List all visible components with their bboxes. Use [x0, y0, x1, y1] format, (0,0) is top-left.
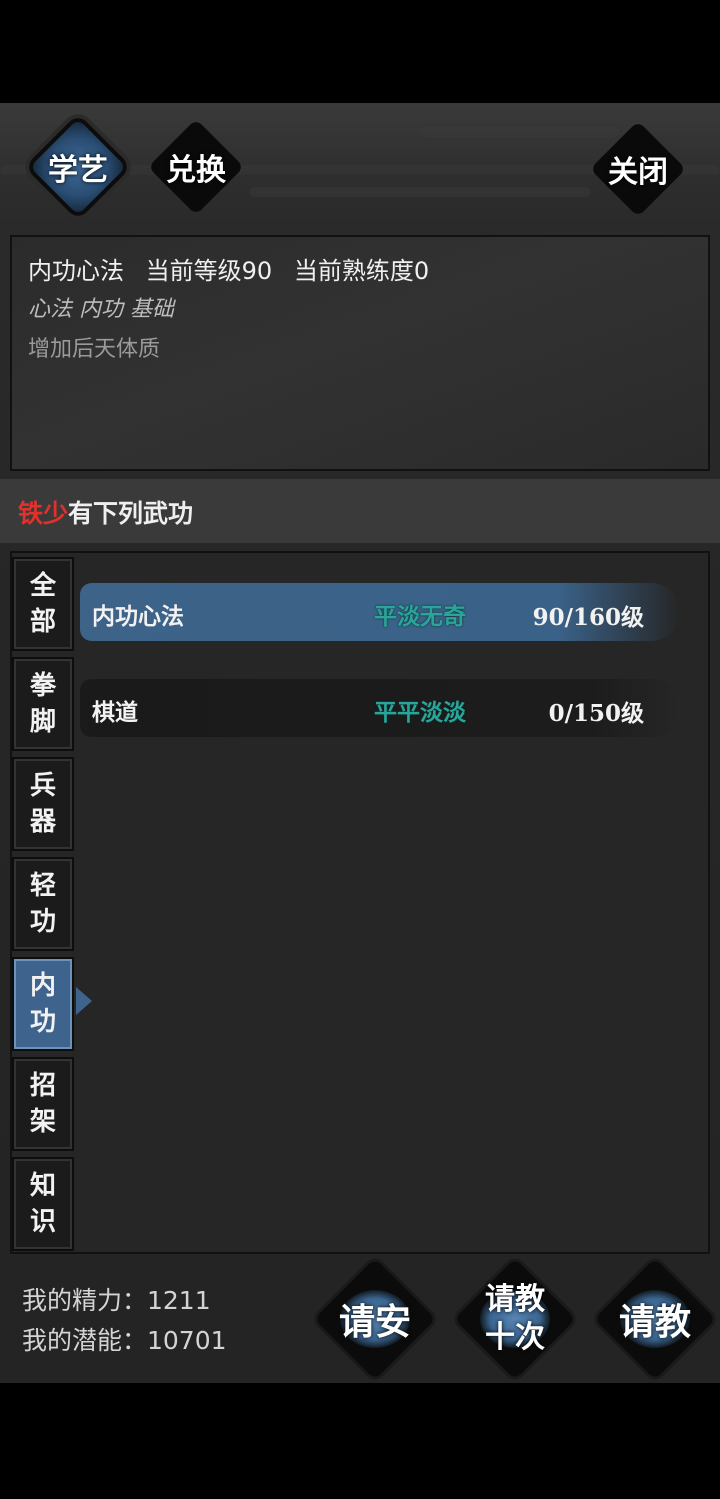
category-tab-char: 拳 [29, 671, 56, 701]
greet-button-label: 请安 [338, 1301, 411, 1343]
energy-stat: 我的精力：1211 [22, 1286, 211, 1315]
skill-info-header: 内功心法 当前等级90 当前熟练度0 [28, 251, 471, 286]
category-tab-char: 内 [29, 971, 56, 1001]
active-tab-pointer-icon [76, 987, 92, 1015]
greet-button[interactable]: 请安 [312, 1256, 438, 1382]
skill-level: 90/160级 [532, 604, 644, 631]
category-tab-parry[interactable]: 招 架 [12, 1057, 74, 1151]
skill-info-level: 当前等级90 [145, 257, 273, 285]
npc-name: 铁少 [18, 499, 69, 528]
skill-info-effect: 增加后天体质 [28, 337, 161, 362]
ask-button-label: 请教 [618, 1301, 691, 1343]
category-tab-char: 招 [29, 1071, 56, 1101]
list-title-bar: 铁少有下列武功 [0, 479, 720, 543]
category-tab-internal[interactable]: 内 功 [12, 957, 74, 1051]
category-tab-fist-kick[interactable]: 拳 脚 [12, 657, 74, 751]
header-bar: 学艺 兑换 关闭 [0, 103, 720, 227]
tab-learn[interactable]: 学艺 [29, 118, 127, 216]
list-title: 铁少有下列武功 [18, 494, 193, 530]
ask-ten-times-line2: 十次 [485, 1320, 545, 1355]
skill-info-panel: 内功心法 当前等级90 当前熟练度0 心法 内功 基础 增加后天体质 [10, 235, 710, 471]
skill-name: 内功心法 [92, 603, 184, 630]
category-tab-knowledge[interactable]: 知 识 [12, 1157, 74, 1251]
category-tab-all[interactable]: 全 部 [12, 557, 74, 651]
player-stats: 我的精力：1211 我的潜能：10701 [22, 1281, 227, 1361]
ink-stroke [250, 187, 590, 197]
category-tab-char: 知 [29, 1171, 56, 1201]
close-button[interactable]: 关闭 [589, 120, 687, 218]
list-title-suffix: 有下列武功 [68, 499, 194, 528]
skill-level: 0/150级 [548, 700, 644, 727]
skill-list-frame [10, 551, 710, 1254]
category-tab-char: 功 [29, 907, 56, 937]
tab-learn-label: 学艺 [48, 153, 108, 188]
close-button-label: 关闭 [608, 155, 668, 190]
tab-exchange[interactable]: 兑换 [147, 118, 245, 216]
category-tab-char: 架 [29, 1107, 56, 1137]
skill-quality: 平平淡淡 [374, 699, 466, 726]
ask-ten-times-line1: 请教 [485, 1282, 545, 1317]
category-tab-char: 部 [29, 607, 56, 637]
skill-name: 棋道 [92, 699, 138, 726]
category-tab-char: 器 [29, 807, 56, 837]
category-tab-char: 轻 [29, 871, 56, 901]
category-tab-char: 脚 [29, 707, 56, 737]
ask-ten-times-label: 请教 十次 [452, 1256, 578, 1382]
category-tab-weapon[interactable]: 兵 器 [12, 757, 74, 851]
tab-exchange-label: 兑换 [166, 153, 226, 188]
ask-button[interactable]: 请教 [592, 1256, 718, 1382]
category-tab-char: 功 [29, 1007, 56, 1037]
skill-info-proficiency: 当前熟练度0 [293, 257, 430, 285]
skill-info-tags: 心法 内功 基础 [28, 297, 174, 322]
potential-stat: 我的潜能：10701 [22, 1326, 227, 1355]
category-tab-char: 识 [29, 1207, 56, 1237]
skill-row[interactable]: 棋道 平平淡淡 0/150级 [80, 679, 680, 737]
skill-info-name: 内功心法 [28, 257, 124, 285]
category-tab-lightness[interactable]: 轻 功 [12, 857, 74, 951]
category-tab-char: 全 [29, 571, 56, 601]
learning-screen: 学艺 兑换 关闭 内功心法 当前等级90 当前熟练度0 心法 内功 基础 增加后… [0, 103, 720, 1383]
skill-row[interactable]: 内功心法 平淡无奇 90/160级 [80, 583, 680, 641]
skill-quality: 平淡无奇 [374, 603, 466, 630]
category-tab-char: 兵 [29, 771, 56, 801]
ask-ten-times-button[interactable]: 请教 十次 [452, 1256, 578, 1382]
